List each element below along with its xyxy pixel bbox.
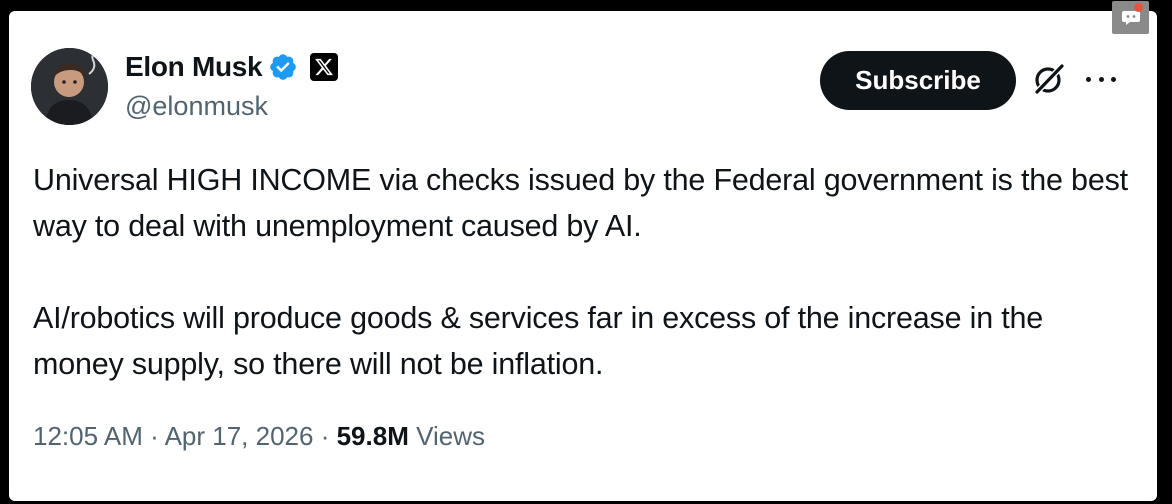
author-handle[interactable]: @elonmusk (125, 91, 268, 122)
views-count: 59.8M (336, 421, 409, 451)
tweet-date[interactable]: Apr 17, 2026 (165, 421, 314, 451)
meta-separator: · (320, 421, 330, 451)
more-dot (1111, 76, 1116, 82)
more-dot (1098, 76, 1104, 82)
verified-badge-icon[interactable] (268, 52, 298, 82)
more-dot (1086, 76, 1091, 82)
tweet-time[interactable]: 12:05 AM (33, 421, 143, 451)
tweet-card: Elon Musk @elonmusk Subscribe Universal … (9, 11, 1157, 501)
x-logo-icon[interactable] (310, 53, 339, 81)
notification-dot (1134, 3, 1143, 12)
avatar[interactable] (31, 48, 108, 125)
subscribe-button[interactable]: Subscribe (820, 51, 1016, 110)
meta-separator: · (150, 421, 159, 451)
more-options-icon[interactable] (1086, 69, 1116, 89)
author-display-name[interactable]: Elon Musk (125, 51, 263, 83)
tweet-paragraph: Universal HIGH INCOME via checks issued … (33, 163, 1128, 243)
tweet-meta: 12:05 AM · Apr 17, 2026 · 59.8M Views (33, 421, 485, 452)
views-label: Views (416, 421, 485, 451)
grok-icon[interactable] (1031, 61, 1067, 97)
chat-overlay-button[interactable] (1112, 1, 1149, 34)
tweet-paragraph: AI/robotics will produce goods & service… (33, 301, 1044, 381)
author-name-row: Elon Musk (125, 49, 339, 85)
tweet-text: Universal HIGH INCOME via checks issued … (33, 157, 1133, 387)
avatar-image (31, 48, 108, 125)
